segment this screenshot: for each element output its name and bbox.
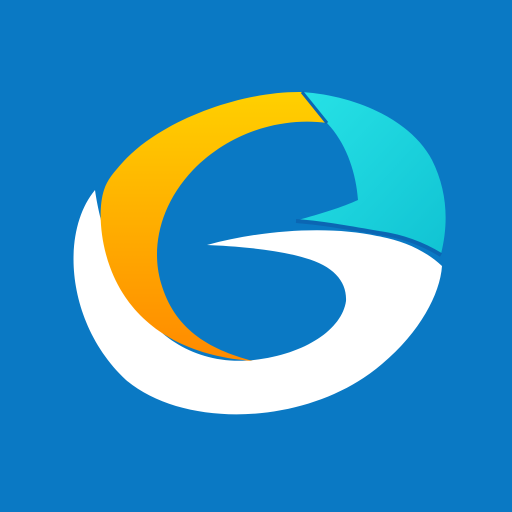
app-icon (0, 0, 512, 512)
stylized-g-logo-icon (73, 91, 446, 415)
